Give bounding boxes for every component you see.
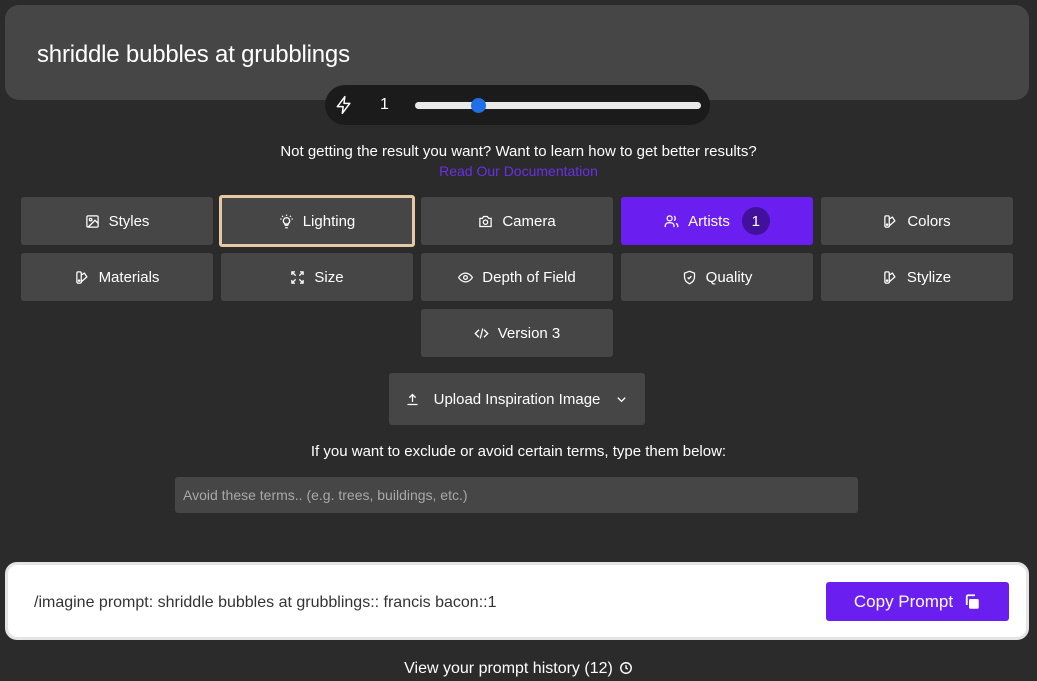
exclude-terms-input[interactable]: [175, 477, 858, 513]
lightning-icon: [334, 95, 354, 115]
option-materials[interactable]: Materials: [21, 253, 213, 301]
clock-icon: [619, 662, 632, 674]
weight-value: 1: [380, 96, 389, 113]
copy-icon: [965, 593, 979, 609]
camera-icon: [479, 215, 493, 227]
option-label: Artists: [688, 212, 730, 230]
palette-icon: [75, 270, 88, 284]
option-styles[interactable]: Styles: [21, 197, 213, 245]
image-icon: [85, 214, 99, 228]
option-label: Lighting: [302, 212, 356, 230]
option-version[interactable]: Version 3: [421, 309, 613, 357]
option-depth-of-field[interactable]: Depth of Field: [421, 253, 613, 301]
option-stylize[interactable]: Stylize: [821, 253, 1013, 301]
prompt-history-link[interactable]: View your prompt history (12): [0, 660, 1037, 678]
generated-prompt-box: /imagine prompt: shriddle bubbles at gru…: [5, 562, 1029, 640]
upload-label: Upload Inspiration Image: [433, 390, 601, 408]
option-label: Styles: [108, 212, 150, 230]
artists-count-badge: 1: [741, 207, 770, 235]
history-label: View your prompt history (12): [404, 660, 613, 677]
weight-slider[interactable]: [415, 98, 701, 113]
copy-prompt-label: Copy Prompt: [853, 591, 954, 611]
option-label: Size: [314, 268, 344, 286]
copy-prompt-button[interactable]: Copy Prompt: [826, 582, 1009, 621]
shield-check-icon: [683, 270, 695, 284]
option-label: Stylize: [906, 268, 952, 286]
upload-icon: [407, 393, 418, 405]
exclude-label: If you want to exclude or avoid certain …: [310, 443, 727, 460]
option-label: Camera: [502, 212, 556, 230]
option-size[interactable]: Size: [221, 253, 413, 301]
expand-icon: [291, 270, 305, 284]
option-label: Materials: [98, 268, 160, 286]
option-label: Depth of Field: [482, 268, 576, 286]
generated-prompt-text: /imagine prompt: shriddle bubbles at gru…: [34, 594, 497, 611]
palette-icon: [884, 214, 897, 228]
option-camera[interactable]: Camera: [421, 197, 613, 245]
option-colors[interactable]: Colors: [821, 197, 1013, 245]
code-icon: [474, 327, 489, 339]
option-artists[interactable]: Artists 1: [621, 197, 813, 245]
users-icon: [664, 214, 679, 227]
option-lighting[interactable]: Lighting: [219, 195, 415, 247]
weight-control: 1: [325, 85, 710, 125]
chevron-down-icon: [617, 396, 627, 402]
lightbulb-icon: [279, 214, 293, 228]
option-label: Colors: [907, 212, 951, 230]
slider-thumb[interactable]: [470, 98, 486, 113]
upload-inspiration-button[interactable]: Upload Inspiration Image: [389, 373, 645, 425]
help-text: Not getting the result you want? Want to…: [280, 143, 757, 160]
option-label: Quality: [705, 268, 753, 286]
palette-icon: [884, 270, 896, 284]
documentation-link[interactable]: Read Our Documentation: [0, 163, 1037, 179]
eye-icon: [458, 271, 474, 283]
prompt-text[interactable]: shriddle bubbles at grubblings: [37, 41, 350, 69]
option-label: Version 3: [497, 324, 561, 342]
option-quality[interactable]: Quality: [621, 253, 813, 301]
